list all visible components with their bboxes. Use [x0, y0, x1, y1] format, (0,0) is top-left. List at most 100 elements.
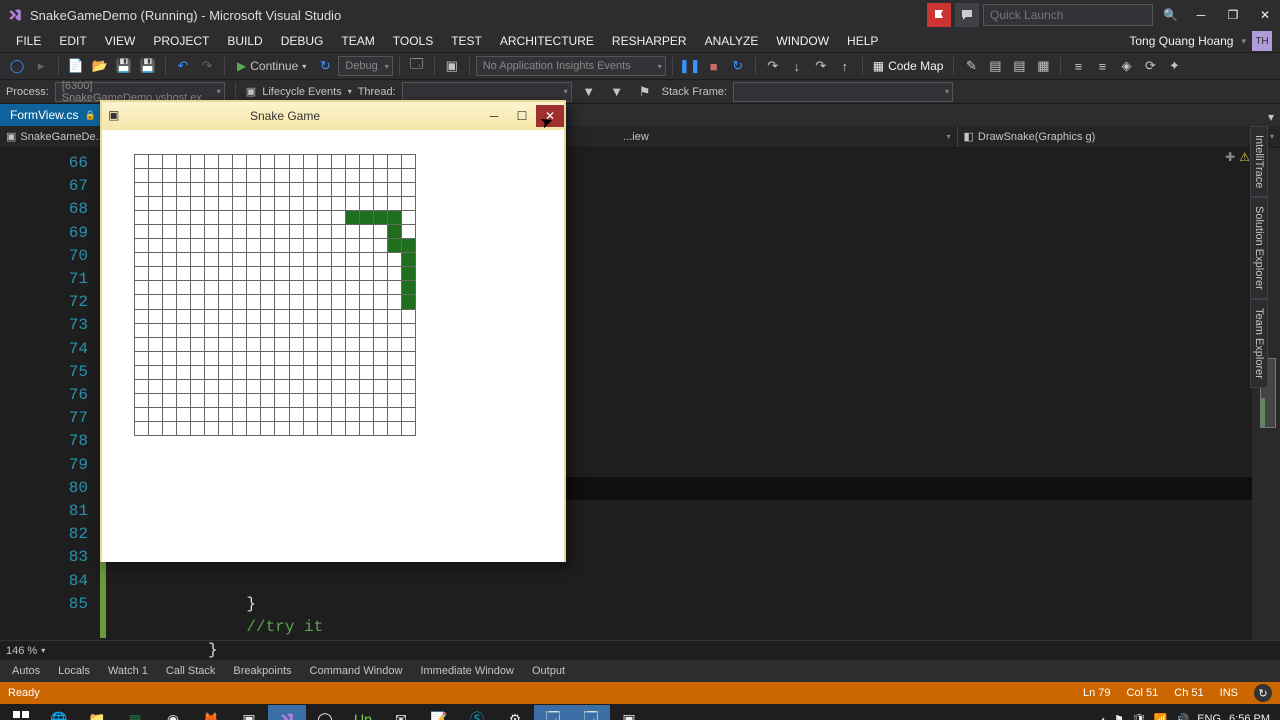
notes-icon[interactable]: 📝 — [420, 705, 458, 720]
tray-flag-icon[interactable]: ⚑ — [1114, 713, 1124, 720]
start-button[interactable] — [2, 705, 40, 720]
config-dropdown[interactable]: Debug — [338, 56, 392, 76]
edge-icon[interactable]: ◯ — [306, 705, 344, 720]
cog-icon[interactable]: ✦ — [1163, 55, 1185, 77]
user-chevron-icon[interactable]: ▾ — [1241, 36, 1246, 47]
layers-icon[interactable]: ▣ — [441, 55, 463, 77]
app-icon[interactable]: ▣ — [230, 705, 268, 720]
tool-a-icon[interactable]: ✎ — [960, 55, 982, 77]
restore-button[interactable]: ❐ — [1218, 4, 1248, 26]
tray-time[interactable]: 6:56 PM — [1229, 713, 1270, 720]
tab-solution-explorer[interactable]: Solution Explorer — [1250, 197, 1268, 299]
menu-debug[interactable]: DEBUG — [273, 32, 332, 50]
tab-autos[interactable]: Autos — [4, 662, 48, 680]
chrome-icon[interactable]: ◉ — [154, 705, 192, 720]
tab-team-explorer[interactable]: Team Explorer — [1250, 299, 1268, 388]
step-over-icon[interactable]: ↷ — [810, 55, 832, 77]
open-icon[interactable]: 📂 — [89, 55, 111, 77]
upwork-icon[interactable]: Up — [344, 705, 382, 720]
stop-icon[interactable]: ■ — [703, 55, 725, 77]
insights-dropdown[interactable]: No Application Insights Events — [476, 56, 666, 76]
nav-member-combo[interactable]: ◧ DrawSnake(Graphics g) — [958, 126, 1280, 147]
menu-help[interactable]: HELP — [839, 32, 886, 50]
snake-game-window[interactable]: ▣ Snake Game ─ ☐ ✕ — [100, 100, 566, 562]
nav-back-icon[interactable]: ◯ — [6, 55, 28, 77]
tab-intellitrace[interactable]: IntelliTrace — [1250, 126, 1268, 197]
game-minimize-button[interactable]: ─ — [480, 105, 508, 127]
menu-edit[interactable]: EDIT — [51, 32, 94, 50]
redo-icon[interactable]: ↷ — [196, 55, 218, 77]
menu-file[interactable]: FILE — [8, 32, 49, 50]
menu-project[interactable]: PROJECT — [145, 32, 217, 50]
warning-icon[interactable]: ⚠ — [1239, 150, 1250, 164]
search-icon[interactable]: 🔍 — [1163, 8, 1178, 22]
sync-icon[interactable]: ⟳ — [1139, 55, 1161, 77]
tray-up-icon[interactable]: ▴ — [1100, 713, 1106, 720]
comment-icon[interactable]: ≡ — [1067, 55, 1089, 77]
close-button[interactable]: ✕ — [1250, 4, 1280, 26]
quick-launch-input[interactable] — [983, 4, 1153, 26]
notification-flag-icon[interactable] — [927, 3, 951, 27]
menu-team[interactable]: TEAM — [333, 32, 382, 50]
excel-icon[interactable]: ▦ — [116, 705, 154, 720]
tray-sound-icon[interactable]: 🔊 — [1175, 713, 1189, 720]
save-icon[interactable]: 💾 — [113, 55, 135, 77]
new-project-icon[interactable]: 📄 — [65, 55, 87, 77]
step-out-icon[interactable]: ↑ — [834, 55, 856, 77]
menu-view[interactable]: VIEW — [97, 32, 144, 50]
continue-button[interactable]: ▶ Continue ▾ — [231, 57, 312, 75]
tool-b-icon[interactable]: ▤ — [984, 55, 1006, 77]
code-map-button[interactable]: ▦ Code Map — [869, 59, 948, 73]
undo-icon[interactable]: ↶ — [172, 55, 194, 77]
menu-tools[interactable]: TOOLS — [385, 32, 441, 50]
tool-d-icon[interactable]: ▦ — [1032, 55, 1054, 77]
explorer-icon[interactable]: 📁 — [78, 705, 116, 720]
pause-icon[interactable]: ❚❚ — [679, 55, 701, 77]
menu-test[interactable]: TEST — [443, 32, 490, 50]
menu-architecture[interactable]: ARCHITECTURE — [492, 32, 602, 50]
firefox-icon[interactable]: 🦊 — [192, 705, 230, 720]
menu-resharper[interactable]: RESHARPER — [604, 32, 695, 50]
thread-dropdown[interactable] — [402, 82, 572, 102]
ie-icon[interactable]: 🌐 — [40, 705, 78, 720]
tool-c-icon[interactable]: ▤ — [1008, 55, 1030, 77]
flag-icon[interactable]: ⚑ — [634, 81, 656, 103]
filter2-icon[interactable]: ▼ — [606, 81, 628, 103]
process-dropdown[interactable]: [6300] SnakeGameDemo.vshost.ex — [55, 82, 225, 102]
bookmark-icon[interactable]: ◈ — [1115, 55, 1137, 77]
form-icon[interactable]: ▣ — [610, 705, 648, 720]
gear-icon[interactable]: ⚙ — [496, 705, 534, 720]
window1-icon[interactable]: 🗔 — [534, 705, 572, 720]
restart-icon[interactable]: ↻ — [727, 55, 749, 77]
signed-in-user[interactable]: Tong Quang Hoang — [1123, 32, 1239, 50]
mail-icon[interactable]: ✉ — [382, 705, 420, 720]
refresh-icon[interactable]: ↻ — [314, 55, 336, 77]
feedback-icon[interactable] — [955, 3, 979, 27]
stackframe-dropdown[interactable] — [733, 82, 953, 102]
tray-net-icon[interactable]: 📶 — [1154, 713, 1168, 720]
status-notification-icon[interactable]: ↻ — [1254, 684, 1272, 702]
tab-locals[interactable]: Locals — [50, 662, 98, 680]
game-titlebar[interactable]: ▣ Snake Game ─ ☐ ✕ — [102, 102, 564, 130]
avatar[interactable]: TH — [1252, 31, 1272, 51]
menu-analyze[interactable]: ANALYZE — [697, 32, 767, 50]
split-icon[interactable]: ✚ — [1225, 150, 1235, 164]
window2-icon[interactable]: 🗔 — [572, 705, 610, 720]
uncomment-icon[interactable]: ≡ — [1091, 55, 1113, 77]
tray-lang[interactable]: ENG — [1197, 713, 1221, 720]
skype-icon[interactable]: Ⓢ — [458, 705, 496, 720]
minimize-button[interactable]: ─ — [1186, 4, 1216, 26]
nav-forward-icon[interactable]: ▸ — [30, 55, 52, 77]
browser-icon[interactable]: 🗔 — [406, 55, 428, 77]
game-maximize-button[interactable]: ☐ — [508, 105, 536, 127]
menu-build[interactable]: BUILD — [219, 32, 270, 50]
save-all-icon[interactable]: 💾 — [137, 55, 159, 77]
tabstrip-overflow-icon[interactable]: ▾ — [1262, 108, 1280, 126]
lifecycle-icon[interactable]: ▣ — [246, 85, 256, 98]
step-into-icon[interactable]: ↓ — [786, 55, 808, 77]
filter-icon[interactable]: ▼ — [578, 81, 600, 103]
menu-window[interactable]: WINDOW — [768, 32, 837, 50]
vs-taskbar-icon[interactable] — [268, 705, 306, 720]
tray-shield-icon[interactable]: 🛡 — [1132, 713, 1146, 720]
step-arrow-icon[interactable]: ↷ — [762, 55, 784, 77]
